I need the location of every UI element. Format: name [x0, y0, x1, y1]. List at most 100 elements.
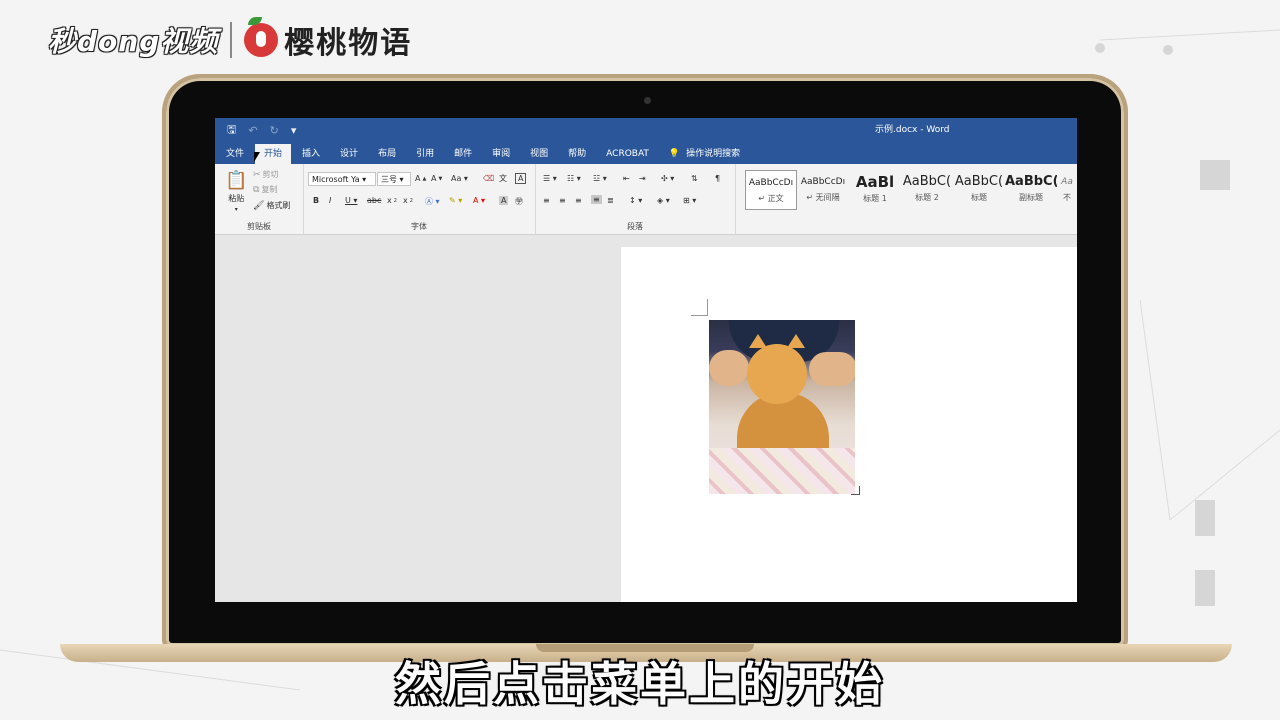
tab-references[interactable]: 引用 — [407, 144, 443, 164]
copy-icon: ⧉ — [253, 184, 260, 195]
tab-insert[interactable]: 插入 — [293, 144, 329, 164]
numbering-button[interactable]: ☷ ▾ — [567, 174, 581, 183]
strikethrough-button[interactable]: abc — [367, 196, 381, 205]
chinese-layout-button[interactable]: ✣ ▾ — [661, 174, 674, 183]
cat-photo[interactable] — [709, 320, 855, 494]
style-sample: AaBl — [855, 173, 895, 191]
shrink-font-button[interactable]: A ▼ — [431, 174, 442, 183]
enclose-characters-icon[interactable]: ㊫ — [515, 196, 523, 207]
font-name-select[interactable]: Microsoft Ya ▾ — [308, 172, 376, 186]
justify-button[interactable]: ≡ — [591, 195, 602, 204]
style-no-spacing[interactable]: AaBbCcDı ↵ 无间隔 — [797, 170, 849, 210]
line-spacing-button[interactable]: ↕ ▾ — [629, 196, 642, 205]
increase-indent-button[interactable]: ⇥ — [639, 174, 646, 183]
text-effects-button[interactable]: Ⓐ ▾ — [425, 196, 440, 207]
style-sample: AaBbC( — [1005, 174, 1057, 189]
paragraph-group: ☰ ▾ ☷ ▾ ☳ ▾ ⇤ ⇥ ✣ ▾ ⇅ ¶ ≡ ≡ ≡ ≡ ≣ ↕ ▾ ◈ … — [535, 164, 736, 234]
distributed-button[interactable]: ≣ — [607, 196, 614, 205]
bold-button[interactable]: B — [313, 196, 319, 205]
lightbulb-icon: 💡 — [668, 149, 681, 159]
clear-formatting-icon[interactable]: ⌫ — [483, 174, 494, 183]
italic-button[interactable]: I — [329, 196, 331, 205]
clipboard-group-label: 剪贴板 — [247, 222, 271, 231]
change-case-button[interactable]: Aa ▾ — [451, 174, 468, 183]
tab-help[interactable]: 帮助 — [559, 144, 595, 164]
style-heading-2[interactable]: AaBbC( 标题 2 — [901, 170, 953, 210]
style-sample: AaBbC( — [954, 174, 1004, 189]
margin-corner-mark — [691, 299, 708, 316]
multilevel-list-button[interactable]: ☳ ▾ — [593, 174, 607, 183]
tab-mailings[interactable]: 邮件 — [445, 144, 481, 164]
tab-acrobat[interactable]: ACROBAT — [597, 144, 658, 164]
word-window: 🖫 ↶ ↻ ▾ 示例.docx - Word 文件 开始 插入 设计 布局 引用… — [215, 118, 1077, 602]
align-left-button[interactable]: ≡ — [543, 196, 550, 205]
tab-layout[interactable]: 布局 — [369, 144, 405, 164]
sort-button[interactable]: ⇅ — [691, 174, 698, 183]
paste-button[interactable]: 📋 粘贴 ▾ — [225, 170, 247, 213]
undo-icon[interactable]: ↶ — [248, 124, 257, 137]
mouse-cursor-icon — [254, 152, 260, 162]
phonetic-guide-icon[interactable]: 文 — [499, 173, 507, 184]
font-color-button[interactable]: A ▾ — [473, 196, 485, 205]
paragraph-group-label: 段落 — [627, 222, 643, 231]
format-painter-button[interactable]: 🖌 格式刷 — [253, 200, 290, 211]
style-normal[interactable]: AaBbCcDı ↵ 正文 — [745, 170, 797, 210]
underline-button[interactable]: U ▾ — [345, 196, 357, 205]
highlight-color-button[interactable]: ✎ ▾ — [449, 196, 462, 205]
cut-button[interactable]: ✂ 剪切 — [253, 169, 279, 180]
tab-home[interactable]: 开始 — [255, 144, 292, 164]
save-icon[interactable]: 🖫 — [227, 121, 236, 140]
chevron-down-icon: ▾ — [234, 206, 238, 213]
cherry-logo: 樱桃物语 — [284, 26, 413, 61]
redo-icon[interactable]: ↻ — [270, 124, 279, 137]
style-sample: Aa — [1061, 177, 1073, 187]
bullets-button[interactable]: ☰ ▾ — [543, 174, 557, 183]
font-size-value: 三号 — [381, 175, 397, 184]
show-marks-button[interactable]: ¶ — [715, 174, 720, 183]
style-title[interactable]: AaBbC( 标题 — [953, 170, 1005, 210]
character-shading-icon[interactable]: A — [499, 196, 509, 205]
logo-separator — [230, 22, 233, 58]
font-group-label: 字体 — [411, 222, 427, 231]
tab-file[interactable]: 文件 — [217, 144, 253, 164]
cut-label: 剪切 — [262, 170, 279, 179]
font-name-value: Microsoft Ya — [312, 175, 360, 184]
tell-me-search[interactable]: 💡 操作说明搜索 — [660, 144, 749, 164]
customize-qat-icon[interactable]: ▾ — [291, 124, 297, 137]
ribbon-tabs: 文件 开始 插入 设计 布局 引用 邮件 审阅 视图 帮助 ACROBAT 💡 … — [215, 140, 1077, 164]
style-sample: AaBbC( — [902, 174, 952, 189]
style-name: 标题 2 — [915, 193, 939, 202]
align-right-button[interactable]: ≡ — [575, 196, 582, 205]
decrease-indent-button[interactable]: ⇤ — [623, 174, 630, 183]
paste-label: 粘贴 — [228, 194, 245, 203]
align-center-button[interactable]: ≡ — [559, 196, 566, 205]
tab-review[interactable]: 审阅 — [483, 144, 519, 164]
style-more[interactable]: Aa 不 — [1057, 170, 1077, 210]
font-size-select[interactable]: 三号 ▾ — [377, 172, 411, 186]
subscript-button[interactable]: x2 — [387, 196, 397, 205]
superscript-button[interactable]: x2 — [403, 196, 413, 205]
grow-font-button[interactable]: A ▲ — [415, 174, 426, 183]
character-border-icon[interactable]: A — [515, 173, 527, 184]
image-anchor-mark — [851, 486, 860, 495]
paintbrush-icon: 🖌 — [253, 200, 265, 211]
ribbon-home: 📋 粘贴 ▾ ✂ 剪切 ⧉ 复制 🖌 格式刷 剪贴板 Microsoft Ya … — [215, 164, 1077, 235]
tab-view[interactable]: 视图 — [521, 144, 557, 164]
borders-button[interactable]: ⊞ ▾ — [683, 196, 696, 205]
document-title: 示例.docx - Word — [875, 125, 950, 135]
copy-button[interactable]: ⧉ 复制 — [253, 184, 277, 195]
style-name: ↵ 正文 — [758, 194, 784, 203]
style-heading-1[interactable]: AaBl 标题 1 — [849, 170, 901, 210]
quick-access-toolbar: 🖫 ↶ ↻ ▾ — [227, 121, 296, 140]
tell-me-label: 操作说明搜索 — [686, 149, 741, 159]
channel-logo-bar: 秒dong视频 樱桃物语 — [48, 12, 412, 68]
style-name: 标题 1 — [863, 194, 887, 203]
styles-group: AaBbCcDı ↵ 正文 AaBbCcDı ↵ 无间隔 AaBl 标题 1 A… — [739, 164, 1077, 234]
style-name: 不 — [1063, 193, 1071, 202]
tab-design[interactable]: 设计 — [331, 144, 367, 164]
style-name: 副标题 — [1019, 193, 1043, 202]
shading-button[interactable]: ◈ ▾ — [657, 196, 670, 205]
clipboard-group: 📋 粘贴 ▾ ✂ 剪切 ⧉ 复制 🖌 格式刷 剪贴板 — [215, 164, 304, 234]
style-sample: AaBbCcDı — [748, 178, 794, 188]
style-subtitle[interactable]: AaBbC( 副标题 — [1005, 170, 1057, 210]
